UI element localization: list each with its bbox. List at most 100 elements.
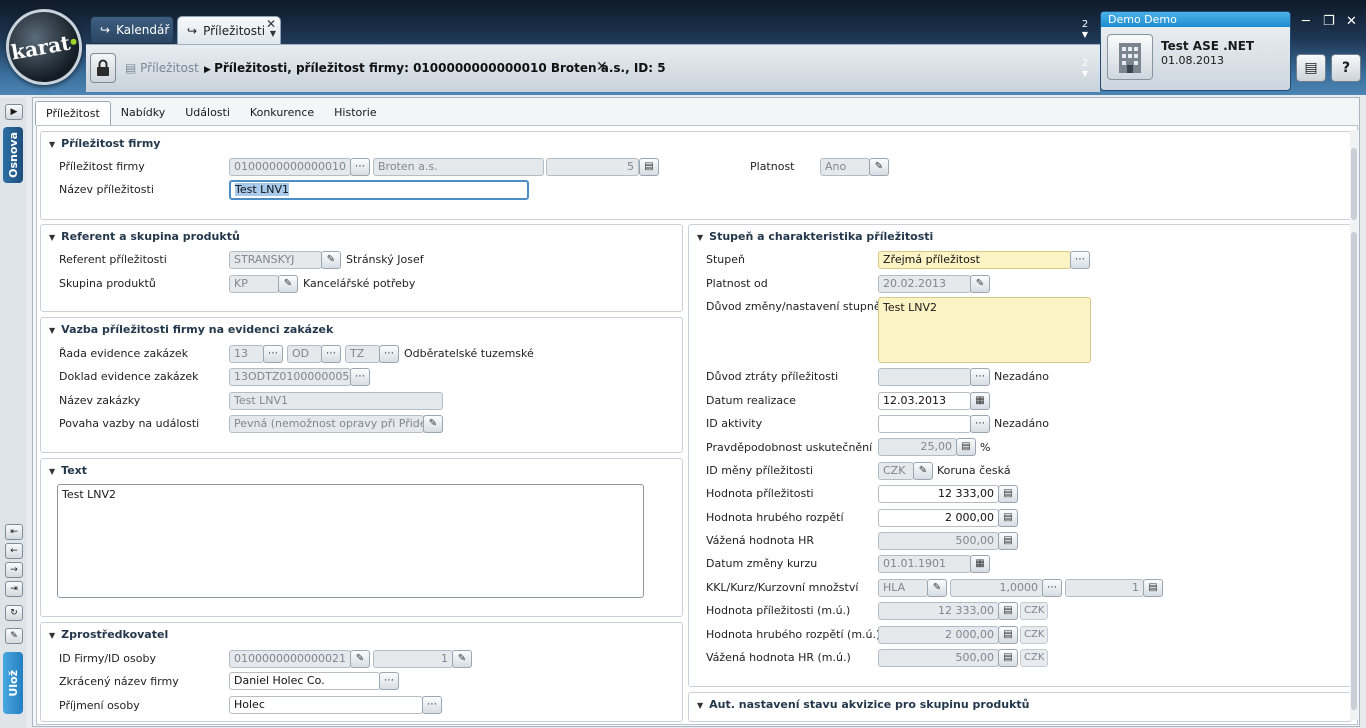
- opportunity-value-input[interactable]: 12 333,00: [878, 485, 999, 503]
- panel-title[interactable]: Zprostředkovatel: [49, 628, 168, 641]
- first-record-button[interactable]: ⇤: [5, 524, 23, 540]
- user-panel[interactable]: Demo Demo Test ASE .NET 01.08.2013: [1100, 11, 1291, 91]
- broker-firm-edit-button[interactable]: ✎: [350, 650, 370, 668]
- expand-button[interactable]: ▶: [5, 104, 23, 120]
- label-order-name: Název zakázky: [59, 394, 141, 407]
- panel-title[interactable]: Aut. nastavení stavu akvizice pro skupin…: [697, 698, 1029, 711]
- prev-record-button[interactable]: ←: [5, 543, 23, 559]
- restore-button[interactable]: ❐: [1323, 14, 1335, 29]
- last-record-button[interactable]: ⇥: [5, 581, 23, 597]
- rate-date-calendar-button[interactable]: ▦: [970, 555, 990, 573]
- order-document-field[interactable]: 13ODTZ0100000005: [229, 368, 351, 386]
- series-year-field[interactable]: 13: [229, 345, 264, 363]
- tab-calendar[interactable]: ↪ Kalendář: [90, 16, 174, 44]
- broker-short-name-lookup-button[interactable]: ⋯: [379, 672, 399, 690]
- referent-code-field[interactable]: STRANSKYJ: [229, 251, 322, 269]
- refresh-button[interactable]: ↻: [5, 605, 23, 621]
- help-button[interactable]: ?: [1331, 54, 1361, 82]
- panel-title[interactable]: Stupeň a charakteristika příležitosti: [697, 230, 933, 243]
- person-surname-lookup-button[interactable]: ⋯: [422, 696, 442, 714]
- weighted-mu-calculator-button[interactable]: ▤: [998, 649, 1018, 667]
- series-code-lookup-button[interactable]: ⋯: [379, 345, 399, 363]
- series-year-lookup-button[interactable]: ⋯: [263, 345, 283, 363]
- broker-person-edit-button[interactable]: ✎: [452, 650, 472, 668]
- rate-lookup-button[interactable]: ⋯: [1042, 579, 1062, 597]
- series-type-lookup-button[interactable]: ⋯: [321, 345, 341, 363]
- calculator-icon: ▤: [1003, 652, 1013, 663]
- calculator-button[interactable]: ▤: [1296, 54, 1326, 82]
- link-nature-field[interactable]: Pevná (nemožnost opravy při Přidej): [229, 415, 424, 433]
- gross-mu-calculator-button[interactable]: ▤: [998, 626, 1018, 644]
- records-count[interactable]: 2 ▼: [1079, 58, 1091, 78]
- broker-person-id-field[interactable]: 1: [373, 650, 453, 668]
- close-record-button[interactable]: ✕: [596, 59, 608, 75]
- kkl-field[interactable]: HLA: [878, 579, 928, 597]
- tab-menu-chevron-icon[interactable]: ▼: [270, 29, 276, 38]
- link-nature-edit-button[interactable]: ✎: [423, 415, 443, 433]
- series-type-field[interactable]: OD: [287, 345, 322, 363]
- value-calculator-button[interactable]: ▤: [998, 485, 1018, 503]
- outline-tab[interactable]: Osnova: [3, 127, 23, 183]
- validity-edit-button[interactable]: ✎: [869, 158, 889, 176]
- tab-competition[interactable]: Konkurence: [240, 101, 324, 125]
- opportunity-lookup-button[interactable]: ⋯: [350, 158, 370, 176]
- product-group-field[interactable]: KP: [229, 275, 279, 293]
- next-record-button[interactable]: →: [5, 562, 23, 578]
- person-surname-input[interactable]: Holec: [229, 696, 423, 714]
- realization-date-input[interactable]: 12.03.2013: [878, 392, 971, 410]
- activity-id-input[interactable]: [878, 415, 971, 433]
- tab-opportunity[interactable]: Příležitost: [35, 101, 111, 125]
- edit-button[interactable]: ✎: [5, 628, 23, 644]
- breadcrumb-root[interactable]: ▤ Příležitost: [125, 61, 199, 75]
- tab-history[interactable]: Historie: [324, 101, 386, 125]
- weighted-calculator-button[interactable]: ▤: [998, 532, 1018, 550]
- label-broker-short-name: Zkrácený název firmy: [59, 675, 179, 688]
- subtabs: Příležitost Nabídky Události Konkurence …: [35, 101, 387, 125]
- validity-field[interactable]: Ano: [820, 158, 870, 176]
- tabs-count[interactable]: 2 ▼: [1079, 19, 1091, 39]
- arrow-left-icon: ←: [10, 546, 18, 556]
- panel-title[interactable]: Text: [49, 464, 87, 477]
- panel-title[interactable]: Vazba příležitosti firmy na evidenci zak…: [49, 323, 333, 336]
- calculator-button[interactable]: ▤: [639, 158, 659, 176]
- broker-firm-id-field[interactable]: 0100000000000021: [229, 650, 351, 668]
- tab-offers[interactable]: Nabídky: [111, 101, 175, 125]
- tab-label: Kalendář: [116, 23, 170, 37]
- loss-reason-lookup-button[interactable]: ⋯: [970, 368, 990, 386]
- text-area[interactable]: Test LNV2: [57, 484, 644, 598]
- series-code-field[interactable]: TZ: [345, 345, 380, 363]
- scrollbar-thumb-top[interactable]: [1351, 148, 1357, 220]
- referent-edit-button[interactable]: ✎: [321, 251, 341, 269]
- probability-calculator-button[interactable]: ▤: [956, 438, 976, 456]
- quantity-calculator-button[interactable]: ▤: [1143, 579, 1163, 597]
- save-tab[interactable]: Ulož: [3, 652, 23, 714]
- tab-opportunities[interactable]: ↪ Příležitosti ✕ ▼: [177, 16, 281, 44]
- lock-button[interactable]: [90, 53, 116, 83]
- panel-title[interactable]: Referent a skupina produktů: [49, 230, 240, 243]
- scrollbar-thumb[interactable]: [1351, 232, 1357, 710]
- activity-lookup-button[interactable]: ⋯: [970, 415, 990, 433]
- panel-title[interactable]: Příležitost firmy: [49, 137, 160, 150]
- minimize-button[interactable]: ─: [1302, 14, 1310, 29]
- tab-events[interactable]: Události: [175, 101, 240, 125]
- probability-field[interactable]: 25,00: [878, 438, 957, 456]
- kkl-edit-button[interactable]: ✎: [927, 579, 947, 597]
- order-document-lookup-button[interactable]: ⋯: [350, 368, 370, 386]
- gross-margin-input[interactable]: 2 000,00: [878, 509, 999, 527]
- opportunity-name-input[interactable]: Test LNV1: [229, 180, 529, 200]
- opportunity-id-field[interactable]: 0100000000000010: [229, 158, 351, 176]
- realization-calendar-button[interactable]: ▦: [970, 392, 990, 410]
- valid-from-edit-button[interactable]: ✎: [970, 275, 990, 293]
- value-mu-calculator-button[interactable]: ▤: [998, 602, 1018, 620]
- currency-edit-button[interactable]: ✎: [913, 462, 933, 480]
- loss-reason-field[interactable]: [878, 368, 971, 386]
- broker-short-name-input[interactable]: Daniel Holec Co.: [229, 672, 380, 690]
- stage-lookup-button[interactable]: ⋯: [1070, 251, 1090, 269]
- close-window-button[interactable]: ✕: [1346, 14, 1357, 29]
- gross-calculator-button[interactable]: ▤: [998, 509, 1018, 527]
- panel-auto-acquisition: Aut. nastavení stavu akvizice pro skupin…: [688, 692, 1352, 722]
- currency-code-field[interactable]: CZK: [878, 462, 914, 480]
- stage-reason-textarea[interactable]: Test LNV2: [878, 297, 1091, 363]
- stage-field[interactable]: Zřejmá příležitost: [878, 251, 1071, 269]
- product-group-edit-button[interactable]: ✎: [278, 275, 298, 293]
